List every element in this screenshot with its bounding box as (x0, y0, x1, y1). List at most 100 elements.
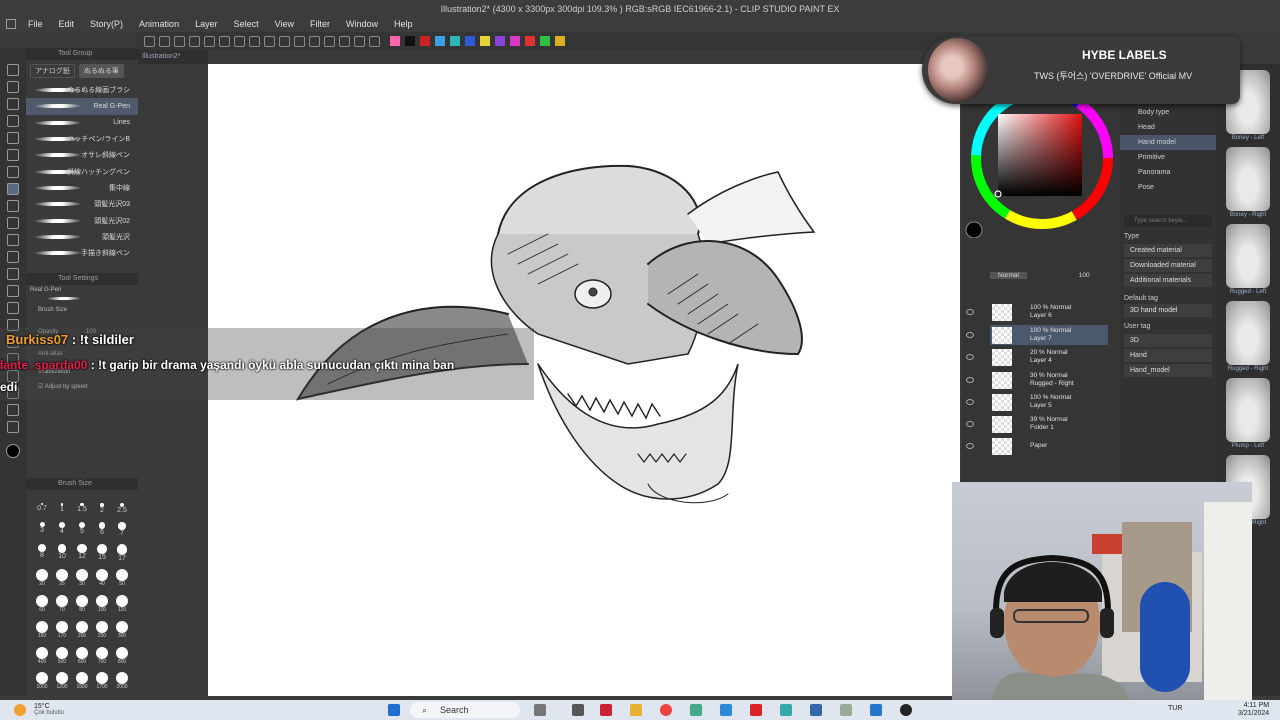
visibility-eye-icon[interactable] (966, 354, 974, 360)
blend-mode-select[interactable]: Normal (990, 272, 1027, 279)
brush-size-option[interactable]: 400 (32, 646, 52, 671)
hand-model-thumbnail[interactable]: Rugged - Left (1216, 224, 1280, 295)
brush-size-option[interactable]: 80 (72, 595, 92, 619)
menu-window[interactable]: Window (338, 16, 386, 32)
obs-icon[interactable] (900, 704, 912, 716)
brush-size-option[interactable]: 15 (92, 544, 112, 567)
brush-size-option[interactable]: 17 (112, 544, 132, 567)
eraser-tool-icon[interactable] (7, 200, 19, 212)
youtube-notification[interactable]: HYBE LABELS TWS (투어스) 'OVERDRIVE' Offici… (922, 36, 1240, 104)
menu-view[interactable]: View (267, 16, 302, 32)
edge-icon[interactable] (720, 704, 732, 716)
color-swatch[interactable] (420, 36, 430, 46)
brush-size-option[interactable]: 1500 (72, 672, 92, 696)
type-item[interactable]: Created material (1124, 244, 1212, 257)
menu-edit[interactable]: Edit (51, 16, 83, 32)
layer-row[interactable]: 100 % Normal Layer 5 (990, 392, 1108, 412)
user-tag-chip[interactable]: 3D (1124, 334, 1212, 347)
menu-help[interactable]: Help (386, 16, 421, 32)
brush-size-option[interactable]: 10 (52, 544, 72, 567)
main-color-icon[interactable] (6, 444, 20, 458)
brush-item[interactable]: ハッチペン/ラインB (26, 131, 138, 147)
brush-size-option[interactable]: 4 (52, 522, 72, 542)
default-tag-chip[interactable]: 3D hand model (1124, 304, 1212, 317)
open-file-icon[interactable] (189, 35, 200, 47)
brush-size-option[interactable]: 600 (72, 646, 92, 671)
material-tree-item[interactable]: Pose (1120, 180, 1216, 195)
brush-size-option[interactable]: 1000 (32, 672, 52, 696)
layer-row[interactable]: 100 % Normal Layer 7 (990, 325, 1108, 345)
export-icon[interactable] (219, 35, 230, 47)
visibility-eye-icon[interactable] (966, 399, 974, 405)
new-file-icon[interactable] (174, 35, 185, 47)
undo-icon[interactable] (234, 35, 245, 47)
move-tool-icon[interactable] (7, 98, 19, 110)
type-item[interactable]: Downloaded material (1124, 259, 1212, 272)
taskbar-search[interactable]: ⌕ Search (410, 702, 520, 718)
visibility-eye-icon[interactable] (966, 309, 974, 315)
brush-item[interactable]: 頭髪光沢03 (26, 196, 138, 212)
menu-layer[interactable]: Layer (187, 16, 226, 32)
rotate-tool-icon[interactable] (7, 81, 19, 93)
settings-icon[interactable] (264, 35, 275, 47)
widgets-icon[interactable] (572, 704, 584, 716)
material-tree-item[interactable]: Panorama (1120, 165, 1216, 180)
app-icon[interactable] (840, 704, 852, 716)
menu-story[interactable]: Story(P) (82, 16, 131, 32)
app-icon[interactable] (600, 704, 612, 716)
material-tree-item[interactable]: Body type (1120, 105, 1216, 120)
brush-item[interactable]: 集中線 (26, 180, 138, 196)
hand-model-thumbnail[interactable]: Rugged - Right (1216, 301, 1280, 372)
brush-size-option[interactable]: 6 (92, 522, 112, 542)
brush-size-option[interactable]: 150 (32, 620, 52, 645)
app-icon[interactable] (750, 704, 762, 716)
color-swatch[interactable] (405, 36, 415, 46)
hand-model-thumbnail[interactable]: Boney - Right (1216, 147, 1280, 218)
pen-tool-icon[interactable] (7, 183, 19, 195)
brush-size-option[interactable]: 250 (92, 620, 112, 645)
app-icon[interactable] (810, 704, 822, 716)
visibility-eye-icon[interactable] (966, 332, 974, 338)
brush-size-option[interactable]: 25 (52, 569, 72, 593)
visibility-eye-icon[interactable] (966, 377, 974, 383)
color-set-icon[interactable] (369, 35, 380, 47)
layer-row[interactable]: 20 % Normal Layer 4 (990, 347, 1108, 367)
brush-item[interactable]: 頭髪光沢02 (26, 212, 138, 228)
correct-line-icon[interactable] (7, 421, 19, 433)
brush-item[interactable]: 頭髪光沢 (26, 229, 138, 245)
color-swatch[interactable] (555, 36, 565, 46)
brush-size-option[interactable]: 60 (32, 595, 52, 619)
language-indicator[interactable]: TUR (1168, 705, 1182, 712)
sub-tool-tab-nurunuru[interactable]: ぬるぬる筆 (78, 64, 124, 78)
brush-size-option[interactable]: 500 (52, 646, 72, 671)
clock[interactable]: 4:11 PM 3/21/2024 (1238, 702, 1269, 718)
brush-size-option[interactable]: 2000 (112, 672, 132, 696)
auto-select-icon[interactable] (7, 149, 19, 161)
brush-size-option[interactable]: 30 (72, 569, 92, 593)
layer-row[interactable]: 30 % Normal Rugged - Right (990, 370, 1108, 390)
brush-size-option[interactable]: 50 (112, 569, 132, 593)
material-tree-item[interactable]: Head (1120, 120, 1216, 135)
chrome-icon[interactable] (660, 704, 672, 716)
start-icon[interactable] (388, 704, 400, 716)
brush-size-option[interactable]: 40 (92, 569, 112, 593)
brush-size-option[interactable]: 300 (112, 620, 132, 645)
visibility-eye-icon[interactable] (966, 443, 974, 449)
brush-size-option[interactable]: 200 (72, 620, 92, 645)
canvas-tab[interactable]: Illustration2* (136, 50, 208, 64)
visibility-eye-icon[interactable] (966, 421, 974, 427)
brush-item[interactable]: ぬるぬる線画ブラシ (26, 82, 138, 98)
color-swatch[interactable] (390, 36, 400, 46)
color-swatch[interactable] (465, 36, 475, 46)
save-icon[interactable] (204, 35, 215, 47)
color-swatch[interactable] (540, 36, 550, 46)
object-tool-icon[interactable] (7, 115, 19, 127)
fill-icon[interactable] (294, 35, 305, 47)
brush-size-option[interactable]: 12 (72, 544, 92, 567)
brush-size-option[interactable]: 700 (92, 646, 112, 671)
brush-size-option[interactable]: 1200 (52, 672, 72, 696)
brush-size-option[interactable]: 20 (32, 569, 52, 593)
pencil-tool-icon[interactable] (7, 217, 19, 229)
color-swatch[interactable] (510, 36, 520, 46)
weather-icon[interactable] (14, 704, 26, 716)
